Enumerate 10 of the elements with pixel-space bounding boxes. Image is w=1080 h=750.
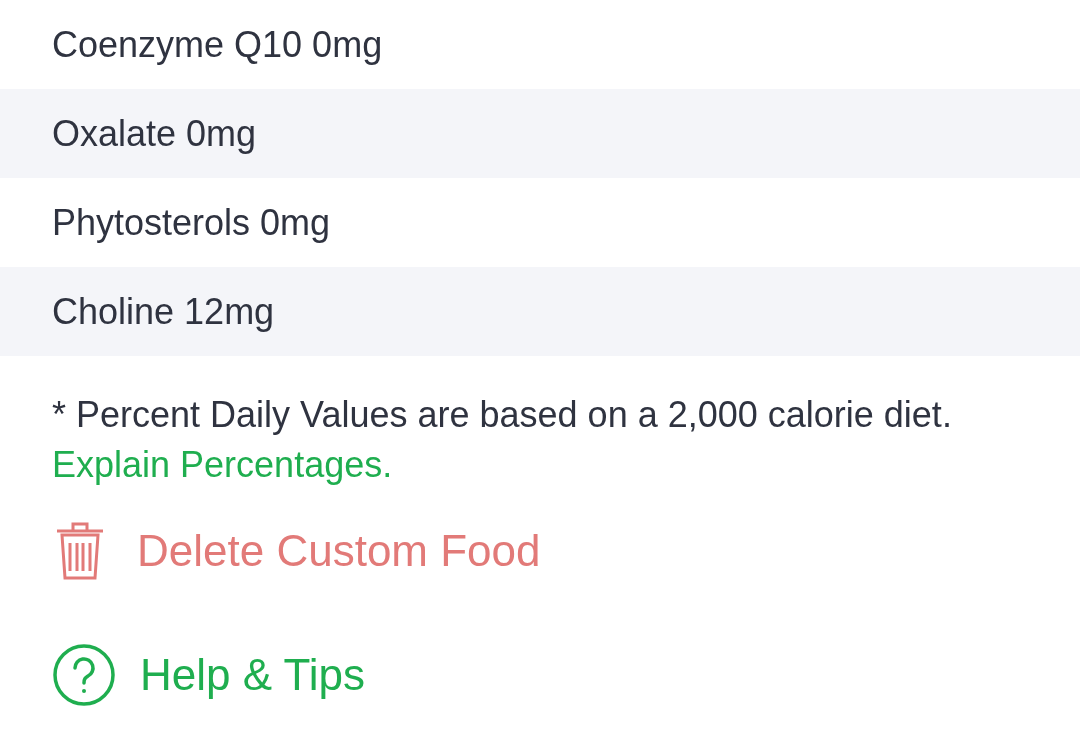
nutrient-label: Coenzyme Q10 0mg bbox=[52, 22, 383, 67]
help-tips-button[interactable]: Help & Tips bbox=[52, 642, 365, 708]
nutrient-label: Choline 12mg bbox=[52, 289, 275, 334]
nutrient-label: Oxalate 0mg bbox=[52, 111, 257, 156]
footnote-text: * Percent Daily Values are based on a 2,000 calorie diet. Explain Percentages. bbox=[51, 393, 953, 487]
delete-custom-food-button[interactable]: Delete Custom Food bbox=[52, 518, 541, 584]
trash-icon bbox=[55, 521, 105, 581]
explain-percentages-link[interactable]: Explain Percentages. bbox=[52, 444, 393, 485]
help-icon bbox=[52, 643, 116, 707]
nutrient-label: Phytosterols 0mg bbox=[52, 200, 331, 245]
